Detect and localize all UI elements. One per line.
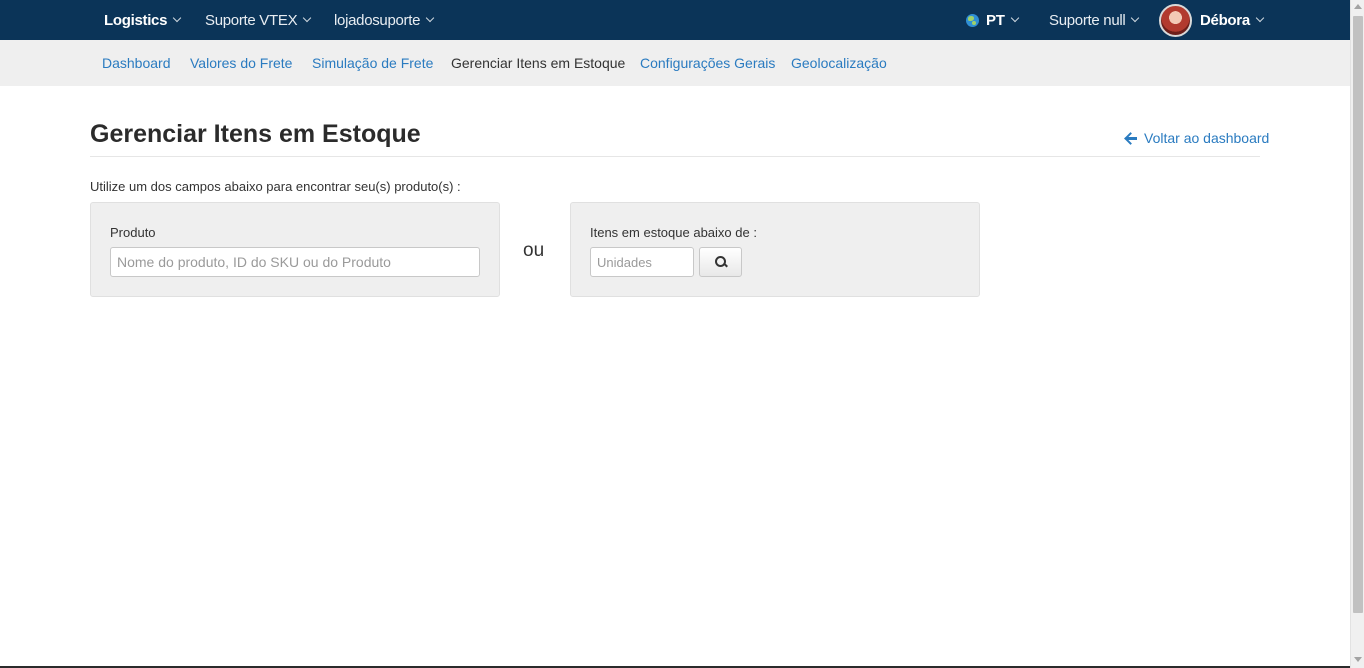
search-instructions: Utilize um dos campos abaixo para encont… [90,179,461,194]
page-title: Gerenciar Itens em Estoque [90,120,421,148]
product-search-panel: Produto [90,202,500,297]
product-search-input[interactable] [110,247,480,277]
chevron-down-icon [303,13,312,23]
account-label: Suporte null [1049,11,1126,29]
title-divider [90,156,1260,157]
chevron-down-icon [172,13,182,23]
units-input[interactable] [590,247,694,277]
store-menu[interactable]: lojadosuporte [334,0,435,40]
tab-simulacao-de-frete[interactable]: Simulação de Frete [312,55,433,71]
stock-threshold-label: Itens em estoque abaixo de : [590,225,757,240]
store-label: lojadosuporte [334,11,421,29]
avatar [1159,3,1192,37]
top-navbar: Logistics Suporte VTEX lojadosuporte PT … [0,0,1350,40]
user-name: Débora [1200,11,1250,29]
vertical-scrollbar[interactable] [1350,0,1364,668]
chevron-down-icon [1131,13,1140,23]
chevron-down-icon [425,13,435,23]
globe-icon [966,13,979,27]
search-button[interactable] [699,247,742,277]
scrollbar-thumb[interactable] [1353,16,1363,613]
back-link-label: Voltar ao dashboard [1144,130,1270,146]
or-separator: ou [523,240,545,261]
language-menu[interactable]: PT [966,0,1019,40]
chevron-down-icon [1255,13,1265,23]
search-icon [714,256,727,268]
tab-valores-do-frete[interactable]: Valores do Frete [190,55,292,71]
suporte-vtex-menu[interactable]: Suporte VTEX [205,0,312,40]
suporte-vtex-label: Suporte VTEX [205,11,298,29]
stock-search-panel: Itens em estoque abaixo de : [570,202,980,297]
scroll-down-icon[interactable] [1354,657,1362,662]
arrow-left-icon [1124,132,1137,144]
account-menu[interactable]: Suporte null [1049,0,1140,40]
tab-geolocalizacao[interactable]: Geolocalização [791,55,887,71]
sub-navigation: Dashboard Valores do Frete Simulação de … [0,40,1350,86]
scroll-up-icon[interactable] [1354,4,1362,9]
chevron-down-icon [1010,13,1019,23]
tab-gerenciar-itens-em-estoque[interactable]: Gerenciar Itens em Estoque [451,55,625,71]
tab-configuracoes-gerais[interactable]: Configurações Gerais [640,55,775,71]
back-to-dashboard-link[interactable]: Voltar ao dashboard [1124,130,1269,146]
user-menu[interactable]: Débora [1159,0,1265,40]
tab-dashboard[interactable]: Dashboard [102,55,171,71]
app-menu[interactable]: Logistics [104,0,182,40]
app-menu-label: Logistics [104,11,168,29]
language-label: PT [986,11,1005,29]
product-label: Produto [110,225,156,240]
